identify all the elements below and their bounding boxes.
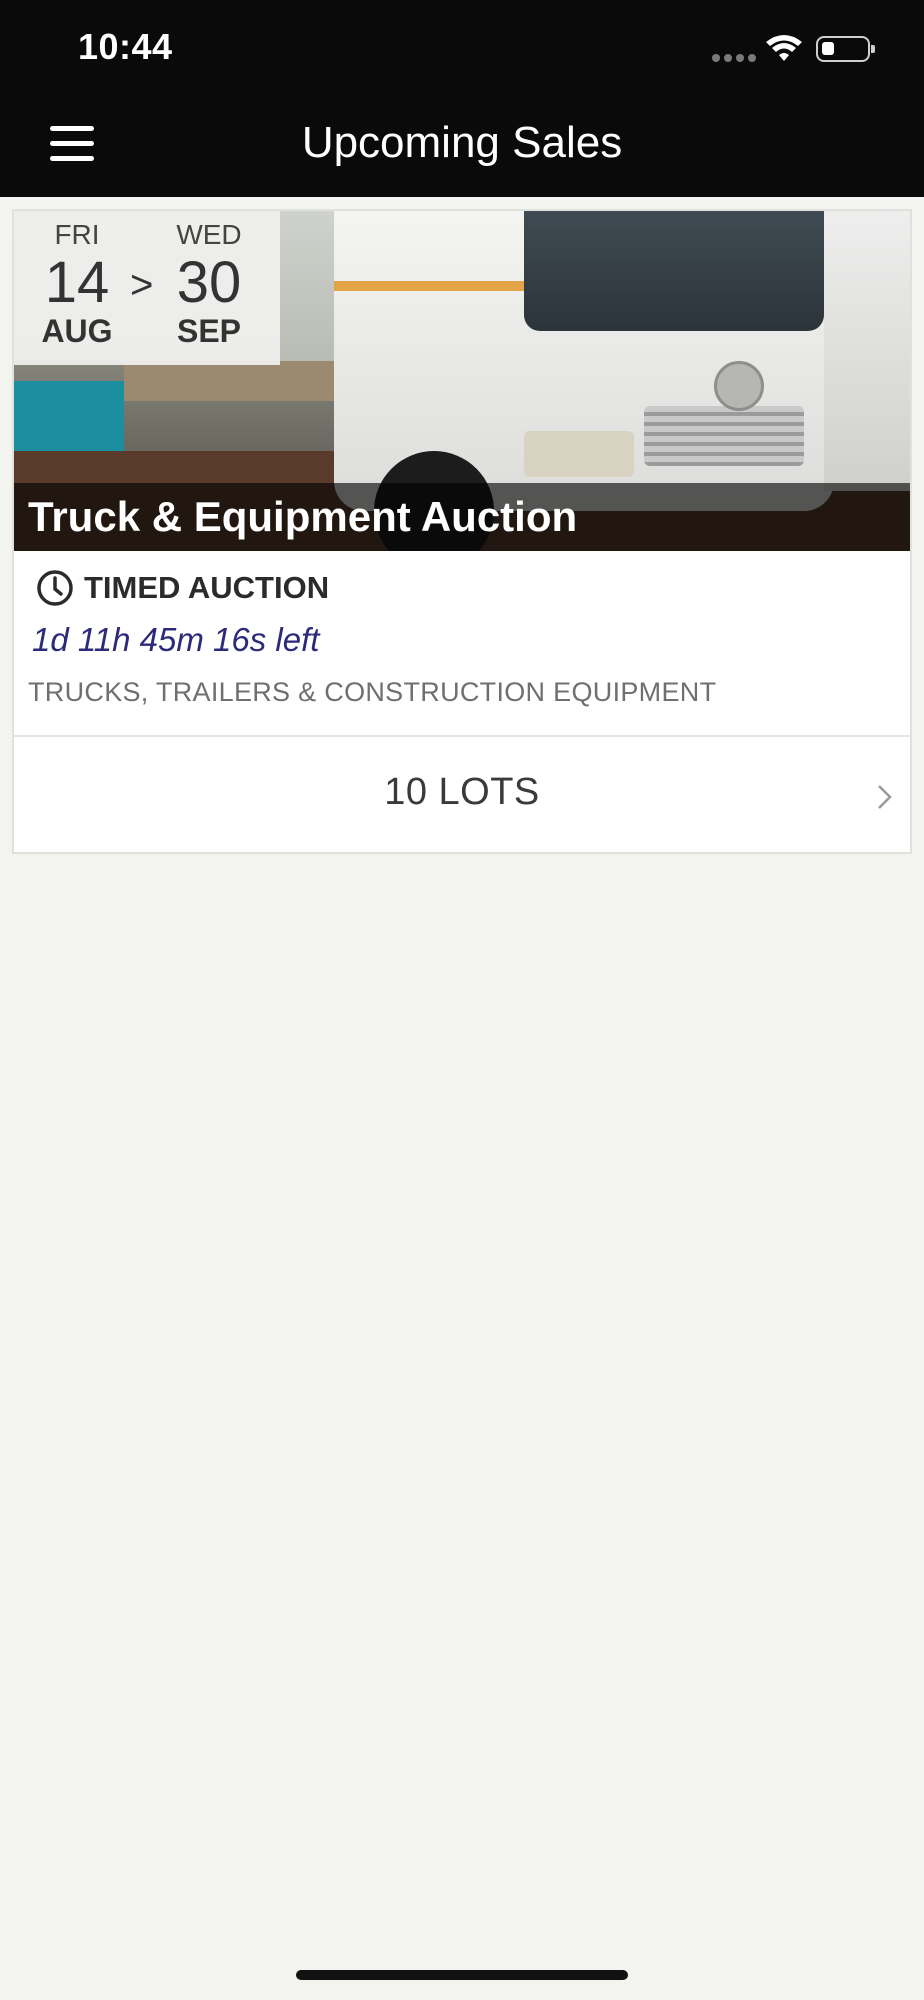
end-month: SEP [176,313,242,349]
end-day: WED [176,219,242,250]
sale-card[interactable]: FRI 14 AUG > WED 30 SEP Truck & Equipmen… [12,209,912,854]
status-time: 10:44 [78,26,173,67]
page-title: Upcoming Sales [301,118,623,167]
clock-icon [37,570,73,606]
wifi-icon [766,35,802,61]
sale-title: Truck & Equipment Auction [28,493,578,540]
start-date-number: 14 [44,250,110,315]
start-month: AUG [41,313,113,349]
sale-category: TRUCKS, TRAILERS & CONSTRUCTION EQUIPMEN… [28,677,717,707]
sale-date-range: FRI 14 AUG > WED 30 SEP [14,211,280,365]
chevron-right-icon [878,785,892,809]
end-date: WED 30 SEP [154,219,264,350]
top-bar: 10:44 Upcoming Sales [0,0,924,197]
sale-title-bar: Truck & Equipment Auction [14,483,910,551]
sale-type-label: TIMED AUCTION [84,570,330,605]
battery-icon [816,36,875,62]
date-separator: > [130,263,154,307]
home-indicator[interactable] [296,1970,628,1980]
end-date-number: 30 [176,250,242,315]
sale-type: TIMED AUCTION [36,569,329,607]
start-date: FRI 14 AUG [22,219,132,350]
lots-label: 10 LOTS [384,771,540,813]
lots-button[interactable]: 10 LOTS [14,737,910,852]
countdown-timer: 1d 11h 45m 16s left [32,621,320,658]
start-day: FRI [54,219,100,250]
signal-icon [712,54,756,62]
sale-hero-image[interactable]: FRI 14 AUG > WED 30 SEP Truck & Equipmen… [14,211,910,551]
